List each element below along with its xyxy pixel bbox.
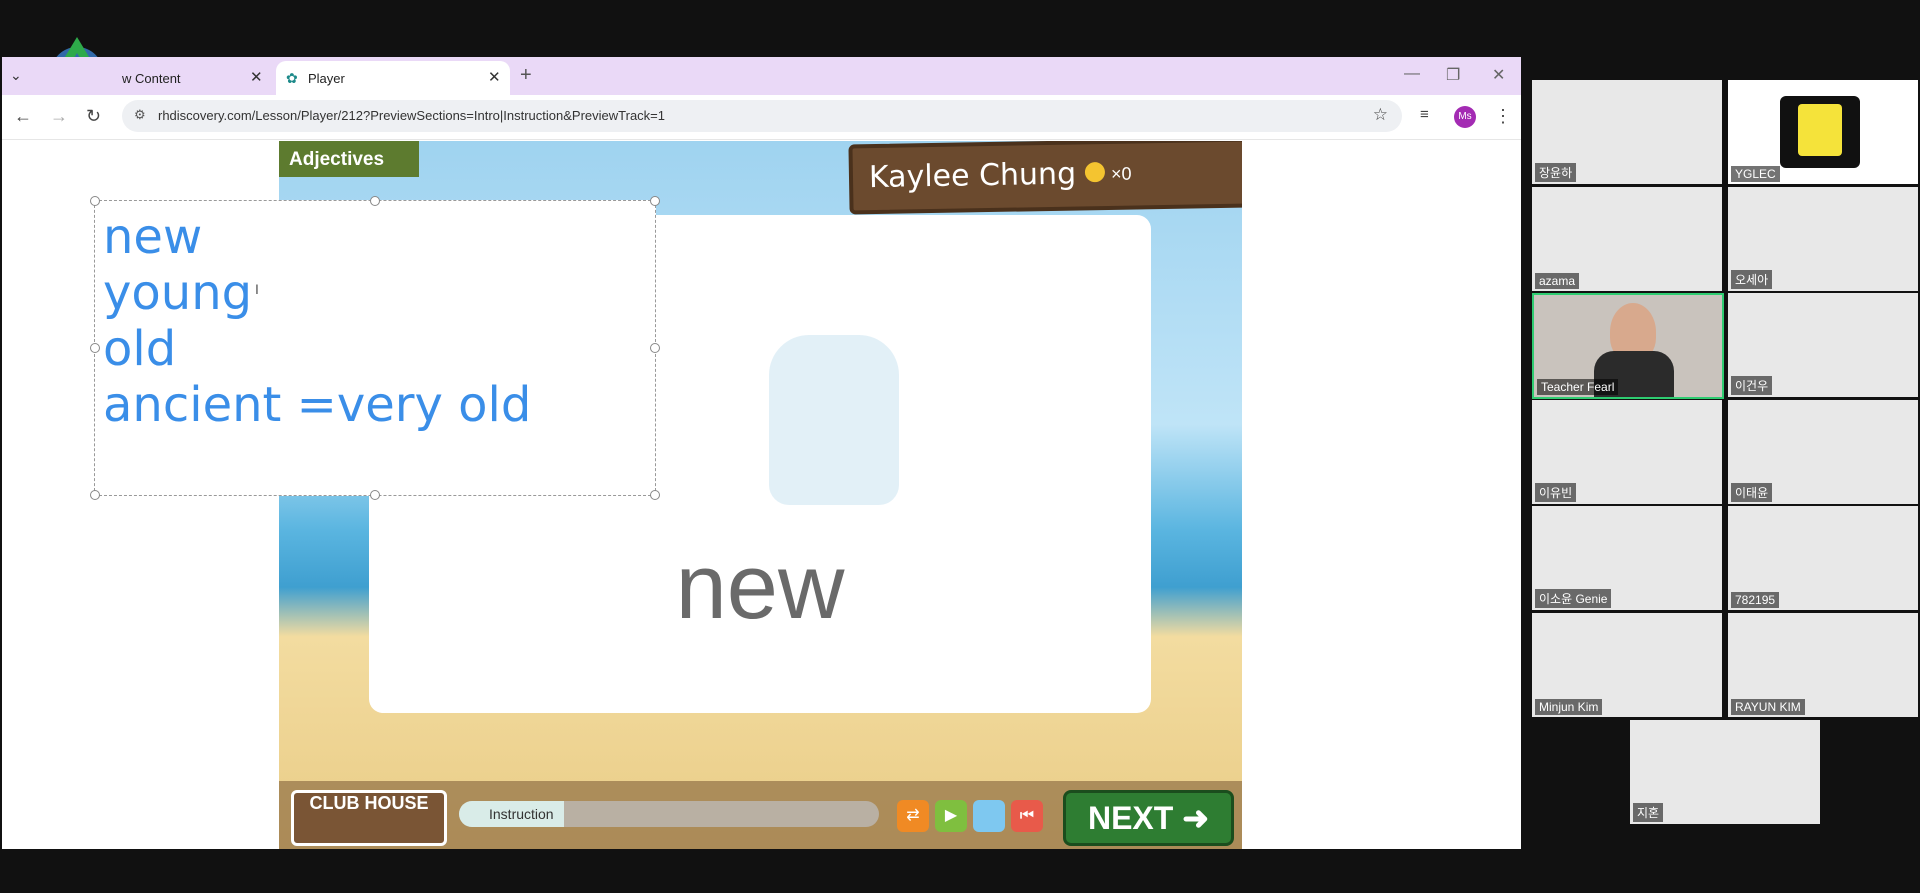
participant-name: 장윤하 xyxy=(1535,163,1577,182)
progress-label: Instruction xyxy=(489,806,554,822)
participant-tile[interactable]: 이유빈 xyxy=(1532,400,1722,504)
participant-tile[interactable]: 782195 xyxy=(1728,506,1918,610)
participant-name: 782195 xyxy=(1731,592,1780,608)
participant-tile-active-speaker[interactable]: Teacher Fearl xyxy=(1532,293,1724,399)
next-label: NEXT xyxy=(1087,800,1174,836)
tab-label: Player xyxy=(308,71,345,86)
resize-handle[interactable] xyxy=(650,343,660,353)
mother-baby-illustration xyxy=(769,335,899,505)
player-name: Kaylee Chung xyxy=(868,156,1077,196)
profile-avatar[interactable]: Ms xyxy=(1454,106,1476,128)
tab-label: w Content xyxy=(122,71,181,86)
participant-grid: 장윤하 YGLEC azama 오세아 Teacher Fearl 이건우 이유… xyxy=(1532,80,1920,830)
coin-icon xyxy=(1084,162,1106,183)
text-cursor-icon: I xyxy=(255,281,259,297)
participant-name: azama xyxy=(1535,273,1580,289)
participant-name: Teacher Fearl xyxy=(1537,379,1619,395)
new-tab-icon[interactable]: + xyxy=(520,64,532,87)
resize-handle[interactable] xyxy=(90,343,100,353)
annotation-line: new xyxy=(103,209,203,265)
participant-tile[interactable]: Minjun Kim xyxy=(1532,613,1722,717)
bookmark-star-icon[interactable]: ☆ xyxy=(1373,105,1388,125)
lesson-progress-bar: Instruction xyxy=(459,801,879,827)
participant-name: RAYUN KIM xyxy=(1731,699,1805,715)
topic-banner: Adjectives xyxy=(279,141,419,177)
participant-name: 이태윤 xyxy=(1731,483,1773,502)
tab-content[interactable]: w Content ✕ xyxy=(40,61,270,95)
browser-toolbar: ← → ↻ ⚙ rhdiscovery.com/Lesson/Player/21… xyxy=(2,95,1521,140)
resize-handle[interactable] xyxy=(650,196,660,206)
participant-name: 지혼 xyxy=(1633,803,1664,822)
participant-name: 이유빈 xyxy=(1535,483,1577,502)
player-name-sign: Kaylee Chung ×0 xyxy=(848,141,1242,215)
participant-name: YGLEC xyxy=(1731,166,1780,182)
media-control-icon[interactable]: ≡ xyxy=(1420,106,1429,123)
topic-title: Adjectives xyxy=(289,149,385,170)
menu-kebab-icon[interactable]: ⋮ xyxy=(1494,106,1512,127)
avatar xyxy=(1780,96,1860,168)
flashcard-word: new xyxy=(675,536,845,638)
participant-name: 이소윤 Genie xyxy=(1535,589,1612,608)
resize-handle[interactable] xyxy=(370,490,380,500)
butterfly-icon: ✿ xyxy=(286,70,298,86)
annotation-line: old xyxy=(103,321,177,377)
reload-icon[interactable]: ↻ xyxy=(86,106,101,127)
resize-handle[interactable] xyxy=(90,490,100,500)
participant-tile[interactable]: azama xyxy=(1532,187,1722,291)
replay-icon[interactable]: ⇄ xyxy=(897,800,929,832)
back-icon[interactable]: ← xyxy=(14,106,32,127)
participant-tile[interactable]: 지혼 xyxy=(1630,720,1820,824)
tab-list-chevron-icon[interactable]: ⌄ xyxy=(10,67,22,84)
site-settings-icon[interactable]: ⚙ xyxy=(134,107,146,123)
resize-handle[interactable] xyxy=(650,490,660,500)
url-text: rhdiscovery.com/Lesson/Player/212?Previe… xyxy=(158,108,665,123)
participant-name: Minjun Kim xyxy=(1535,699,1603,715)
annotation-line: ancient =very old xyxy=(103,377,532,433)
participant-tile[interactable]: 이소윤 Genie xyxy=(1532,506,1722,610)
rewind-icon[interactable]: ⏮ xyxy=(1011,800,1043,832)
coin-count: ×0 xyxy=(1110,163,1132,184)
tab-bar: ⌄ w Content ✕ ✿ Player ✕ + — ❐ ✕ xyxy=(2,57,1521,95)
participant-name: 오세아 xyxy=(1731,270,1773,289)
participant-tile[interactable]: 장윤하 xyxy=(1532,80,1722,184)
club-house-button[interactable]: CLUB HOUSE xyxy=(291,790,447,846)
participant-name: 이건우 xyxy=(1731,376,1773,395)
annotation-line: young xyxy=(103,265,253,321)
sponge-character-icon xyxy=(1798,104,1842,156)
next-button[interactable]: NEXT ➜ xyxy=(1063,790,1234,846)
participant-tile[interactable]: 이태윤 xyxy=(1728,400,1918,504)
forward-icon[interactable]: → xyxy=(50,106,68,127)
resize-handle[interactable] xyxy=(90,196,100,206)
play-icon[interactable]: ▶ xyxy=(935,800,967,832)
pause-icon[interactable] xyxy=(973,800,1005,832)
restore-icon[interactable]: ❐ xyxy=(1446,65,1460,85)
minimize-icon[interactable]: — xyxy=(1404,65,1420,83)
close-tab-icon[interactable]: ✕ xyxy=(488,68,501,86)
participant-tile[interactable]: RAYUN KIM xyxy=(1728,613,1918,717)
participant-tile[interactable]: 이건우 xyxy=(1728,293,1918,397)
tab-player[interactable]: ✿ Player ✕ xyxy=(276,61,510,95)
address-bar[interactable]: ⚙ rhdiscovery.com/Lesson/Player/212?Prev… xyxy=(122,100,1402,132)
participant-tile[interactable]: 오세아 xyxy=(1728,187,1918,291)
close-window-icon[interactable]: ✕ xyxy=(1492,65,1505,85)
resize-handle[interactable] xyxy=(370,196,380,206)
annotation-textbox[interactable]: new young old ancient =very old I xyxy=(90,196,660,500)
player-controls: CLUB HOUSE Instruction ⇄ ▶ ⏮ NEXT ➜ xyxy=(279,781,1242,849)
participant-tile[interactable]: YGLEC xyxy=(1728,80,1918,184)
close-tab-icon[interactable]: ✕ xyxy=(250,68,263,86)
